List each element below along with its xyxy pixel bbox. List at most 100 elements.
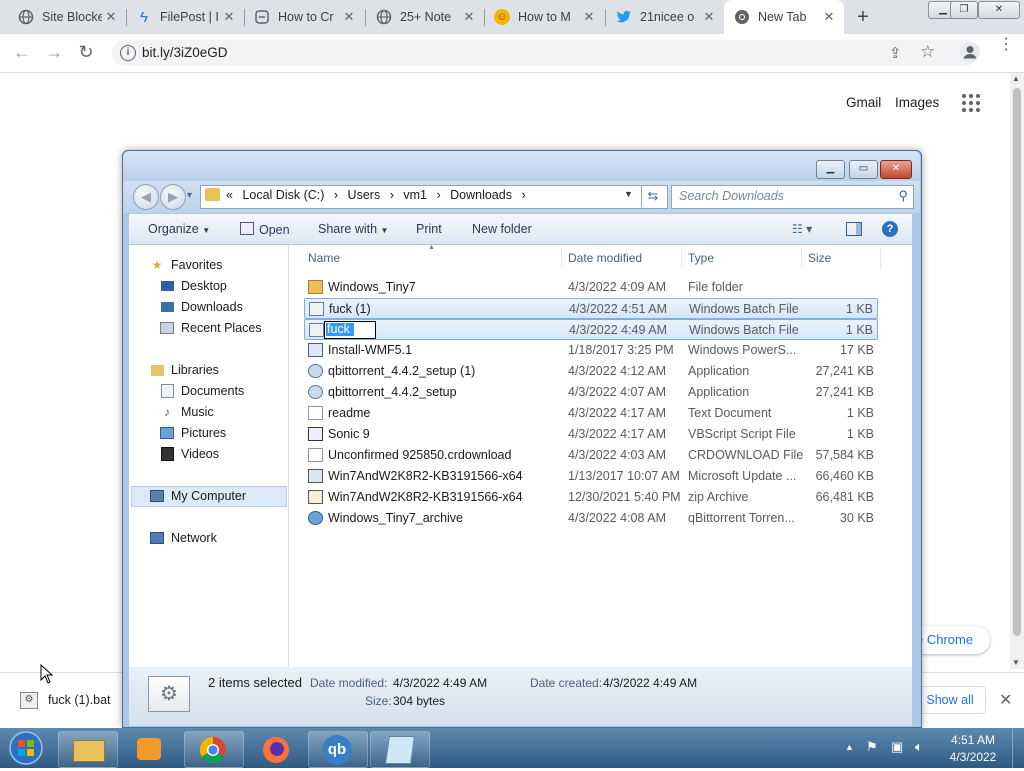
file-row[interactable]: Install-WMF5.1 1/18/2017 3:25 PM Windows P…: [304, 340, 878, 361]
explorer-maximize-button[interactable]: ▭: [849, 160, 878, 179]
tab-how-to-make[interactable]: ☺ How to M ✕: [484, 0, 604, 34]
volume-icon[interactable]: 🔈︎: [915, 739, 923, 755]
url-text[interactable]: bit.ly/3iZ0eGD: [142, 45, 228, 60]
start-button[interactable]: [4, 728, 48, 768]
preview-pane-icon[interactable]: [846, 222, 862, 236]
show-all-button[interactable]: Show all: [914, 686, 986, 714]
nav-documents[interactable]: Documents: [160, 384, 244, 398]
network-tray-icon[interactable]: ▣: [891, 739, 903, 755]
organize-button[interactable]: Organize ▼: [148, 222, 210, 236]
nav-videos[interactable]: Videos: [160, 447, 219, 461]
show-desktop-button[interactable]: [1012, 729, 1024, 768]
nav-network[interactable]: Network: [150, 531, 217, 545]
breadcrumb-item[interactable]: Users: [348, 188, 381, 202]
close-icon[interactable]: ✕: [220, 9, 238, 25]
back-arrow-icon[interactable]: ←: [10, 41, 34, 63]
taskbar-media-player[interactable]: [120, 731, 180, 768]
explorer-close-button[interactable]: ✕: [880, 160, 912, 179]
column-header-name[interactable]: Name: [308, 251, 340, 265]
breadcrumb-overflow[interactable]: «: [226, 188, 233, 202]
column-header-type[interactable]: Type: [688, 251, 714, 265]
gmail-link[interactable]: Gmail: [846, 95, 881, 110]
scroll-down-icon[interactable]: ▼: [1012, 658, 1020, 667]
images-link[interactable]: Images: [895, 95, 939, 110]
file-row[interactable]: qbittorrent_4.4.2_setup 4/3/2022 4:07 AM A…: [304, 382, 878, 403]
nav-pictures[interactable]: Pictures: [160, 426, 226, 440]
tab-how-to-create[interactable]: How to Cr ✕: [244, 0, 364, 34]
view-options-icon[interactable]: ☷ ▾: [792, 222, 812, 236]
profile-avatar-icon[interactable]: [960, 42, 980, 62]
explorer-search-field[interactable]: Search Downloads ⚲: [671, 185, 914, 209]
tray-expand-icon[interactable]: ▲: [845, 742, 854, 752]
tab-site-blocker[interactable]: Site Blocke ✕: [8, 0, 126, 34]
file-row[interactable]: Unconfirmed 925850.crdownload 4/3/2022 4:…: [304, 445, 878, 466]
close-icon[interactable]: ✕: [580, 9, 598, 25]
file-row[interactable]: Sonic 9 4/3/2022 4:17 AM VBScript Script F…: [304, 424, 878, 445]
tab-filepost[interactable]: ϟ FilePost | I ✕: [126, 0, 244, 34]
file-row[interactable]: Windows_Tiny7 4/3/2022 4:09 AM File folder: [304, 277, 878, 298]
close-icon[interactable]: ✕: [102, 9, 120, 25]
explorer-forward-button[interactable]: ▶: [160, 184, 186, 210]
file-row[interactable]: Win7AndW2K8R2-KB3191566-x64 1/13/2017 10:…: [304, 466, 878, 487]
tab-notepad-alternatives[interactable]: 25+ Note ✕: [366, 0, 484, 34]
clock[interactable]: 4:51 AM 4/3/2022: [940, 733, 1006, 764]
close-icon[interactable]: ✕: [460, 9, 478, 25]
file-row[interactable]: readme 4/3/2022 4:17 AM Text Document 1 KB: [304, 403, 878, 424]
nav-music[interactable]: ♪ Music: [160, 405, 214, 419]
forward-arrow-icon[interactable]: →: [42, 41, 66, 63]
file-row[interactable]: fuck (1) 4/3/2022 4:51 AM Windows Batch Fi…: [304, 298, 878, 319]
close-window-button[interactable]: ✕: [978, 1, 1020, 19]
new-folder-button[interactable]: New folder: [472, 222, 532, 236]
explorer-minimize-button[interactable]: ▁: [816, 160, 845, 179]
restore-button[interactable]: ❐: [950, 1, 978, 19]
download-filename[interactable]: fuck (1).bat: [48, 693, 111, 707]
action-center-icon[interactable]: ⚑: [866, 739, 878, 755]
help-icon[interactable]: ?: [882, 221, 898, 237]
address-bar[interactable]: [112, 40, 978, 66]
close-icon[interactable]: ✕: [340, 9, 358, 25]
taskbar-firefox[interactable]: [246, 731, 306, 768]
info-icon[interactable]: i: [120, 45, 136, 61]
taskbar-chrome[interactable]: [184, 731, 244, 768]
recent-pages-dropdown-icon[interactable]: ▼: [185, 190, 194, 200]
explorer-back-button[interactable]: ◀: [133, 184, 159, 210]
refresh-icon[interactable]: ⇆: [641, 185, 664, 207]
search-icon[interactable]: ⚲: [898, 188, 908, 204]
file-row[interactable]: Win7AndW2K8R2-KB3191566-x64 12/30/2021 5:…: [304, 487, 878, 508]
nav-desktop[interactable]: Desktop: [160, 279, 227, 293]
print-button[interactable]: Print: [416, 222, 442, 236]
apps-grid-icon[interactable]: [962, 94, 980, 112]
column-header-size[interactable]: Size: [808, 251, 831, 265]
bookmark-star-icon[interactable]: ☆: [920, 42, 935, 62]
share-icon[interactable]: ⇪: [889, 44, 902, 62]
scroll-up-icon[interactable]: ▲: [1012, 74, 1020, 83]
new-tab-button[interactable]: +: [850, 6, 876, 28]
rename-selected-text[interactable]: fuck: [326, 323, 354, 336]
taskbar-notepad[interactable]: [370, 731, 430, 768]
explorer-titlebar[interactable]: [123, 151, 920, 181]
open-button[interactable]: Open: [240, 222, 290, 237]
file-row[interactable]: Windows_Tiny7_archive 4/3/2022 4:08 AM qBi…: [304, 508, 878, 529]
breadcrumb-item[interactable]: vm1: [403, 188, 427, 202]
file-row[interactable]: fuck 4/3/2022 4:49 AM Windows Batch File 1 …: [304, 319, 878, 340]
address-dropdown-icon[interactable]: ▼: [624, 189, 633, 199]
nav-favorites[interactable]: ★ Favorites: [150, 258, 223, 272]
taskbar-explorer[interactable]: [58, 731, 118, 768]
taskbar-qbittorrent[interactable]: qb: [308, 731, 368, 768]
file-row[interactable]: qbittorrent_4.4.2_setup (1) 4/3/2022 4:12…: [304, 361, 878, 382]
breadcrumb-item[interactable]: Local Disk (C:): [242, 188, 324, 202]
column-header-date[interactable]: Date modified: [568, 251, 642, 265]
breadcrumb-item[interactable]: Downloads: [450, 188, 512, 202]
close-icon[interactable]: ✕: [820, 9, 838, 25]
tab-twitter[interactable]: 21nicee o ✕: [606, 0, 724, 34]
nav-downloads[interactable]: Downloads: [160, 300, 243, 314]
close-icon[interactable]: ✕: [700, 9, 718, 25]
menu-dots-icon[interactable]: ⋮: [998, 37, 1014, 53]
scrollbar-thumb[interactable]: [1013, 88, 1021, 636]
share-with-button[interactable]: Share with ▼: [318, 222, 388, 236]
nav-recent-places[interactable]: Recent Places: [160, 321, 262, 335]
tab-new-tab[interactable]: New Tab ✕: [724, 0, 844, 34]
nav-libraries[interactable]: Libraries: [150, 363, 219, 377]
reload-icon[interactable]: ↻: [74, 41, 98, 63]
nav-my-computer[interactable]: My Computer: [150, 489, 246, 503]
